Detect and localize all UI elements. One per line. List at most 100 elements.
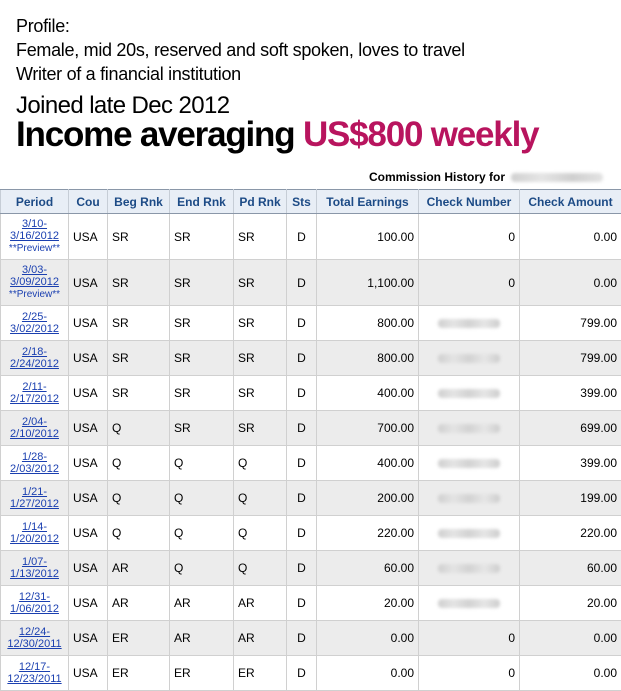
redacted-check-number: [438, 529, 500, 538]
end-rank-cell: SR: [170, 214, 234, 260]
redacted-check-number: [438, 389, 500, 398]
redacted-name: [511, 173, 603, 182]
redacted-check-number: [438, 599, 500, 608]
header-status: Sts: [287, 190, 317, 214]
table-row: 3/03-3/09/2012**Preview**USASRSRSRD1,100…: [1, 260, 621, 306]
redacted-check-number: [438, 424, 500, 433]
check-number-cell: [419, 341, 520, 376]
period-link[interactable]: 12/24-12/30/2011: [7, 626, 61, 650]
check-amount-cell: 60.00: [520, 551, 621, 586]
table-row: 2/18-2/24/2012USASRSRSRD800.00799.00: [1, 341, 621, 376]
commission-history-label: Commission History for: [369, 170, 505, 184]
beg-rank-cell: SR: [108, 260, 170, 306]
check-number-cell: 0: [419, 214, 520, 260]
income-headline: Income averaging US$800 weekly: [16, 115, 538, 155]
pd-rank-cell: ER: [234, 656, 287, 691]
status-cell: D: [287, 656, 317, 691]
period-link[interactable]: 3/03-3/09/2012: [10, 264, 59, 288]
total-earnings-cell: 700.00: [317, 411, 419, 446]
header-check-amount: Check Amount: [520, 190, 621, 214]
end-rank-cell: Q: [170, 446, 234, 481]
period-link[interactable]: 2/11-2/17/2012: [10, 381, 59, 405]
period-link[interactable]: 1/07-1/13/2012: [10, 556, 59, 580]
preview-label: **Preview**: [9, 289, 60, 300]
total-earnings-cell: 400.00: [317, 376, 419, 411]
country-cell: USA: [69, 446, 108, 481]
table-row: 2/04-2/10/2012USAQSRSRD700.00699.00: [1, 411, 621, 446]
period-link[interactable]: 12/31-1/06/2012: [10, 591, 59, 615]
check-amount-cell: 0.00: [520, 260, 621, 306]
table-row: 2/25-3/02/2012USASRSRSRD800.00799.00: [1, 306, 621, 341]
pd-rank-cell: SR: [234, 214, 287, 260]
period-link[interactable]: 12/17-12/23/2011: [7, 661, 61, 685]
redacted-check-number: [438, 564, 500, 573]
header-period: Period: [1, 190, 69, 214]
beg-rank-cell: SR: [108, 376, 170, 411]
period-cell: 2/18-2/24/2012: [1, 341, 69, 376]
pd-rank-cell: AR: [234, 586, 287, 621]
period-start: 12/31-: [19, 591, 50, 603]
country-cell: USA: [69, 481, 108, 516]
country-cell: USA: [69, 516, 108, 551]
period-start: 12/24-: [19, 626, 50, 638]
end-rank-cell: SR: [170, 306, 234, 341]
period-link[interactable]: 2/04-2/10/2012: [10, 416, 59, 440]
period-start: 2/11-: [22, 381, 46, 393]
period-link[interactable]: 2/25-3/02/2012: [10, 311, 59, 335]
status-cell: D: [287, 621, 317, 656]
end-rank-cell: Q: [170, 551, 234, 586]
check-amount-cell: 399.00: [520, 446, 621, 481]
period-link[interactable]: 1/21-1/27/2012: [10, 486, 59, 510]
total-earnings-cell: 20.00: [317, 586, 419, 621]
check-amount-cell: 0.00: [520, 621, 621, 656]
status-cell: D: [287, 411, 317, 446]
status-cell: D: [287, 516, 317, 551]
beg-rank-cell: SR: [108, 341, 170, 376]
total-earnings-cell: 0.00: [317, 656, 419, 691]
beg-rank-cell: SR: [108, 306, 170, 341]
header-total-earnings: Total Earnings: [317, 190, 419, 214]
status-cell: D: [287, 446, 317, 481]
check-amount-cell: 199.00: [520, 481, 621, 516]
period-cell: 3/03-3/09/2012**Preview**: [1, 260, 69, 306]
end-rank-cell: Q: [170, 481, 234, 516]
status-cell: D: [287, 260, 317, 306]
period-cell: 2/25-3/02/2012: [1, 306, 69, 341]
commission-history-title: Commission History for: [369, 170, 603, 184]
pd-rank-cell: Q: [234, 481, 287, 516]
period-end: 2/10/2012: [10, 428, 59, 440]
header-pd-rank: Pd Rnk: [234, 190, 287, 214]
commission-history-table: PeriodCouBeg RnkEnd RnkPd RnkStsTotal Ea…: [0, 189, 621, 691]
period-cell: 1/28-2/03/2012: [1, 446, 69, 481]
total-earnings-cell: 400.00: [317, 446, 419, 481]
table-row: 1/07-1/13/2012USAARQQD60.0060.00: [1, 551, 621, 586]
check-number-cell: [419, 516, 520, 551]
check-amount-cell: 699.00: [520, 411, 621, 446]
period-cell: 12/24-12/30/2011: [1, 621, 69, 656]
preview-label: **Preview**: [9, 243, 60, 254]
profile-block: Profile: Female, mid 20s, reserved and s…: [16, 14, 465, 86]
country-cell: USA: [69, 656, 108, 691]
beg-rank-cell: SR: [108, 214, 170, 260]
period-start: 1/14-: [22, 521, 47, 533]
status-cell: D: [287, 306, 317, 341]
period-end: 3/16/2012: [10, 230, 59, 242]
check-number-cell: [419, 551, 520, 586]
status-cell: D: [287, 214, 317, 260]
country-cell: USA: [69, 214, 108, 260]
redacted-check-number: [438, 319, 500, 328]
period-end: 2/03/2012: [10, 463, 59, 475]
beg-rank-cell: Q: [108, 411, 170, 446]
header-end-rank: End Rnk: [170, 190, 234, 214]
check-number-cell: [419, 306, 520, 341]
check-number-cell: 0: [419, 260, 520, 306]
country-cell: USA: [69, 586, 108, 621]
check-number-cell: [419, 586, 520, 621]
period-cell: 2/11-2/17/2012: [1, 376, 69, 411]
period-link[interactable]: 3/10-3/16/2012: [10, 218, 59, 242]
period-link[interactable]: 2/18-2/24/2012: [10, 346, 59, 370]
period-start: 1/21-: [22, 486, 47, 498]
period-link[interactable]: 1/28-2/03/2012: [10, 451, 59, 475]
period-cell: 2/04-2/10/2012: [1, 411, 69, 446]
period-link[interactable]: 1/14-1/20/2012: [10, 521, 59, 545]
